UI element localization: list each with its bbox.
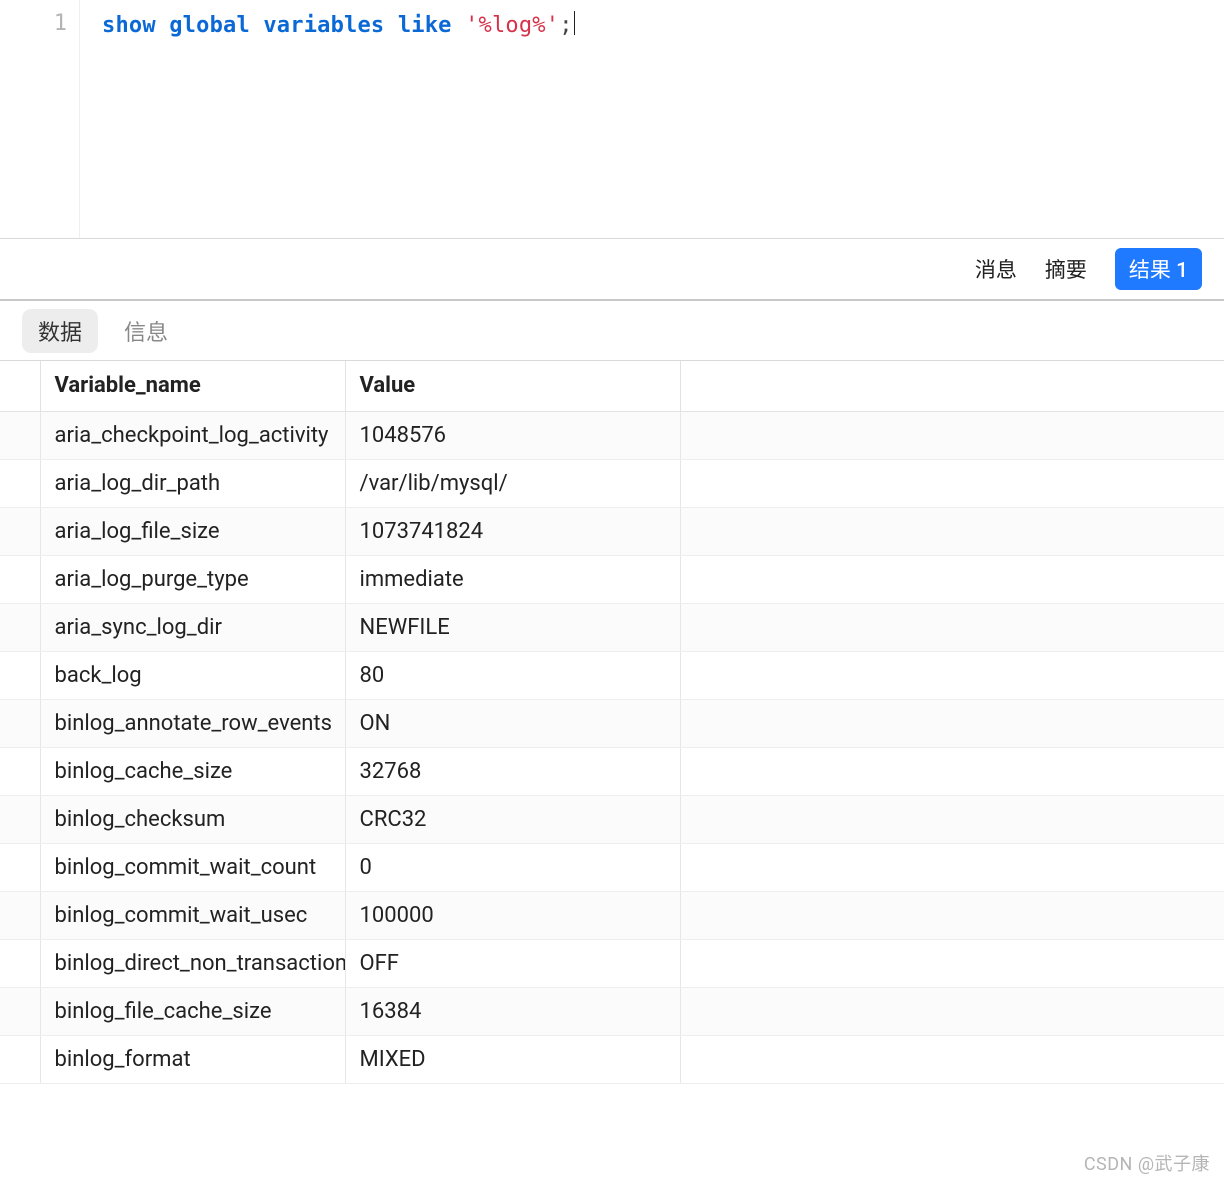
row-selector[interactable] <box>0 891 40 939</box>
table-header-row: Variable_name Value <box>0 361 1224 411</box>
tab-result-1[interactable]: 结果 1 <box>1115 248 1202 290</box>
table-row[interactable]: binlog_direct_non_transactional_updatesO… <box>0 939 1224 987</box>
line-number: 1 <box>54 11 67 36</box>
column-header-name[interactable]: Variable_name <box>40 361 345 411</box>
result-table: Variable_name Value aria_checkpoint_log_… <box>0 361 1224 1084</box>
table-row[interactable]: aria_checkpoint_log_activity1048576 <box>0 411 1224 459</box>
cell-variable-name[interactable]: aria_log_file_size <box>40 507 345 555</box>
table-row[interactable]: binlog_checksumCRC32 <box>0 795 1224 843</box>
table-row[interactable]: binlog_cache_size32768 <box>0 747 1224 795</box>
cell-value[interactable]: NEWFILE <box>345 603 680 651</box>
cell-value[interactable]: 0 <box>345 843 680 891</box>
cell-blank <box>680 987 1224 1035</box>
tab-messages[interactable]: 消息 <box>975 254 1017 284</box>
row-selector-header[interactable] <box>0 361 40 411</box>
row-selector[interactable] <box>0 987 40 1035</box>
table-row[interactable]: binlog_annotate_row_eventsON <box>0 699 1224 747</box>
text-cursor <box>574 11 575 35</box>
cell-value[interactable]: 32768 <box>345 747 680 795</box>
cell-variable-name[interactable]: binlog_format <box>40 1035 345 1083</box>
row-selector[interactable] <box>0 411 40 459</box>
result-subtabs: 数据 信息 <box>0 301 1224 361</box>
cell-variable-name[interactable]: back_log <box>40 651 345 699</box>
row-selector[interactable] <box>0 939 40 987</box>
sql-punct: ; <box>559 13 572 38</box>
sql-keyword: show <box>102 13 156 38</box>
cell-blank <box>680 411 1224 459</box>
cell-variable-name[interactable]: binlog_cache_size <box>40 747 345 795</box>
cell-variable-name[interactable]: binlog_commit_wait_count <box>40 843 345 891</box>
table-row[interactable]: binlog_commit_wait_usec100000 <box>0 891 1224 939</box>
cell-value[interactable]: ON <box>345 699 680 747</box>
cell-variable-name[interactable]: aria_log_purge_type <box>40 555 345 603</box>
cell-blank <box>680 699 1224 747</box>
cell-value[interactable]: MIXED <box>345 1035 680 1083</box>
table-row[interactable]: binlog_formatMIXED <box>0 1035 1224 1083</box>
row-selector[interactable] <box>0 795 40 843</box>
result-toolbar: 消息 摘要 结果 1 <box>0 239 1224 301</box>
cell-variable-name[interactable]: binlog_checksum <box>40 795 345 843</box>
cell-value[interactable]: 16384 <box>345 987 680 1035</box>
cell-blank <box>680 507 1224 555</box>
cell-blank <box>680 555 1224 603</box>
table-row[interactable]: aria_log_dir_path/var/lib/mysql/ <box>0 459 1224 507</box>
sql-keyword: variables <box>263 13 384 38</box>
cell-value[interactable]: /var/lib/mysql/ <box>345 459 680 507</box>
cell-variable-name[interactable]: binlog_direct_non_transactional_updates <box>40 939 345 987</box>
cell-blank <box>680 651 1224 699</box>
cell-variable-name[interactable]: aria_log_dir_path <box>40 459 345 507</box>
row-selector[interactable] <box>0 459 40 507</box>
cell-blank <box>680 891 1224 939</box>
table-row[interactable]: binlog_file_cache_size16384 <box>0 987 1224 1035</box>
subtab-data[interactable]: 数据 <box>22 309 98 353</box>
cell-variable-name[interactable]: aria_checkpoint_log_activity <box>40 411 345 459</box>
cell-value[interactable]: 1073741824 <box>345 507 680 555</box>
cell-value[interactable]: OFF <box>345 939 680 987</box>
row-selector[interactable] <box>0 843 40 891</box>
cell-variable-name[interactable]: binlog_file_cache_size <box>40 987 345 1035</box>
column-header-value[interactable]: Value <box>345 361 680 411</box>
cell-variable-name[interactable]: aria_sync_log_dir <box>40 603 345 651</box>
table-row[interactable]: binlog_commit_wait_count0 <box>0 843 1224 891</box>
sql-editor[interactable]: 1 show global variables like '%log%'; <box>0 0 1224 239</box>
tab-summary[interactable]: 摘要 <box>1045 254 1087 284</box>
cell-value[interactable]: 80 <box>345 651 680 699</box>
row-selector[interactable] <box>0 507 40 555</box>
cell-blank <box>680 795 1224 843</box>
cell-blank <box>680 459 1224 507</box>
row-selector[interactable] <box>0 1035 40 1083</box>
cell-variable-name[interactable]: binlog_annotate_row_events <box>40 699 345 747</box>
table-row[interactable]: aria_log_file_size1073741824 <box>0 507 1224 555</box>
sql-code[interactable]: show global variables like '%log%'; <box>80 0 575 238</box>
cell-blank <box>680 603 1224 651</box>
cell-blank <box>680 1035 1224 1083</box>
row-selector[interactable] <box>0 747 40 795</box>
cell-value[interactable]: CRC32 <box>345 795 680 843</box>
sql-keyword: like <box>398 13 452 38</box>
row-selector[interactable] <box>0 699 40 747</box>
watermark: CSDN @武子康 <box>1084 1150 1210 1176</box>
cell-value[interactable]: 100000 <box>345 891 680 939</box>
cell-variable-name[interactable]: binlog_commit_wait_usec <box>40 891 345 939</box>
cell-blank <box>680 843 1224 891</box>
line-gutter: 1 <box>0 0 80 238</box>
subtab-info[interactable]: 信息 <box>124 315 168 347</box>
cell-blank <box>680 747 1224 795</box>
column-header-blank <box>680 361 1224 411</box>
table-row[interactable]: aria_log_purge_typeimmediate <box>0 555 1224 603</box>
cell-value[interactable]: immediate <box>345 555 680 603</box>
row-selector[interactable] <box>0 651 40 699</box>
row-selector[interactable] <box>0 603 40 651</box>
row-selector[interactable] <box>0 555 40 603</box>
sql-string: '%log%' <box>465 13 559 38</box>
table-row[interactable]: back_log80 <box>0 651 1224 699</box>
cell-value[interactable]: 1048576 <box>345 411 680 459</box>
sql-keyword: global <box>169 13 250 38</box>
table-row[interactable]: aria_sync_log_dirNEWFILE <box>0 603 1224 651</box>
cell-blank <box>680 939 1224 987</box>
